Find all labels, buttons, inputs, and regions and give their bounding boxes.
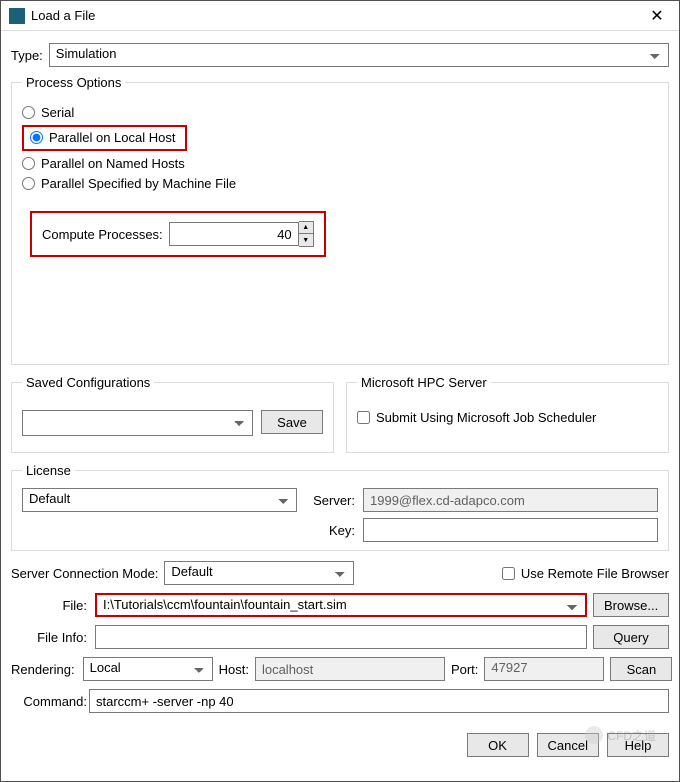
radio-parallel-named[interactable]: Parallel on Named Hosts xyxy=(22,156,658,171)
browse-button[interactable]: Browse... xyxy=(593,593,669,617)
watermark-icon xyxy=(585,726,603,744)
server-label: Server: xyxy=(305,493,355,508)
spinner-up-icon[interactable]: ▲ xyxy=(299,222,313,234)
save-button[interactable]: Save xyxy=(261,410,323,434)
radio-parallel-machinefile-input[interactable] xyxy=(22,177,35,190)
type-select[interactable]: Simulation xyxy=(49,43,669,67)
highlight-compute-processes: Compute Processes: ▲ ▼ xyxy=(30,211,326,257)
rendering-label: Rendering: xyxy=(11,662,77,677)
hpc-checkbox-row[interactable]: Submit Using Microsoft Job Scheduler xyxy=(357,410,658,425)
server-mode-label: Server Connection Mode: xyxy=(11,566,158,581)
hpc-group: Microsoft HPC Server Submit Using Micros… xyxy=(346,375,669,453)
radio-serial[interactable]: Serial xyxy=(22,105,658,120)
radio-serial-input[interactable] xyxy=(22,106,35,119)
key-field[interactable] xyxy=(363,518,658,542)
command-label: Command: xyxy=(11,694,89,709)
watermark: CFD之道 xyxy=(585,726,656,744)
file-label: File: xyxy=(11,598,89,613)
radio-parallel-named-label: Parallel on Named Hosts xyxy=(41,156,185,171)
server-field xyxy=(363,488,658,512)
radio-parallel-local-input[interactable] xyxy=(30,131,43,144)
port-label: Port: xyxy=(451,662,478,677)
titlebar: Load a File ✕ xyxy=(1,1,679,31)
saved-configs-group: Saved Configurations Save xyxy=(11,375,334,453)
close-button[interactable]: ✕ xyxy=(635,1,679,31)
command-field[interactable] xyxy=(89,689,669,713)
file-info-field[interactable] xyxy=(95,625,587,649)
host-label: Host: xyxy=(219,662,249,677)
key-label: Key: xyxy=(305,523,355,538)
scan-button[interactable]: Scan xyxy=(610,657,672,681)
license-select[interactable]: Default xyxy=(22,488,297,512)
server-mode-select[interactable]: Default xyxy=(164,561,354,585)
license-legend: License xyxy=(22,463,75,478)
saved-configs-legend: Saved Configurations xyxy=(22,375,154,390)
hpc-checkbox[interactable] xyxy=(357,411,370,424)
process-options-legend: Process Options xyxy=(22,75,125,90)
hpc-legend: Microsoft HPC Server xyxy=(357,375,491,390)
license-group: License Default Server: Key: xyxy=(11,463,669,551)
radio-parallel-named-input[interactable] xyxy=(22,157,35,170)
ok-button[interactable]: OK xyxy=(467,733,529,757)
remote-browser-row[interactable]: Use Remote File Browser xyxy=(502,566,669,581)
compute-processes-label: Compute Processes: xyxy=(42,227,163,242)
rendering-select[interactable]: Local xyxy=(83,657,213,681)
radio-parallel-local-label: Parallel on Local Host xyxy=(49,130,175,145)
type-label: Type: xyxy=(11,48,43,63)
remote-browser-label: Use Remote File Browser xyxy=(521,566,669,581)
remote-browser-checkbox[interactable] xyxy=(502,567,515,580)
process-options-group: Process Options Serial Parallel on Local… xyxy=(11,75,669,365)
radio-parallel-local[interactable]: Parallel on Local Host xyxy=(30,130,175,145)
spinner-down-icon[interactable]: ▼ xyxy=(299,234,313,246)
compute-processes-input[interactable] xyxy=(169,222,299,246)
query-button[interactable]: Query xyxy=(593,625,669,649)
file-info-label: File Info: xyxy=(11,630,89,645)
port-select[interactable]: 47927 xyxy=(484,657,604,681)
compute-processes-spinner[interactable]: ▲ ▼ xyxy=(299,221,314,247)
radio-parallel-machinefile[interactable]: Parallel Specified by Machine File xyxy=(22,176,658,191)
app-icon xyxy=(9,8,25,24)
hpc-checkbox-label: Submit Using Microsoft Job Scheduler xyxy=(376,410,596,425)
host-field xyxy=(255,657,445,681)
radio-serial-label: Serial xyxy=(41,105,74,120)
highlight-parallel-local: Parallel on Local Host xyxy=(22,125,187,151)
window-title: Load a File xyxy=(31,8,635,23)
radio-parallel-machinefile-label: Parallel Specified by Machine File xyxy=(41,176,236,191)
saved-configs-select[interactable] xyxy=(22,410,253,436)
file-field[interactable]: I:\Tutorials\ccm\fountain\fountain_start… xyxy=(95,593,587,617)
